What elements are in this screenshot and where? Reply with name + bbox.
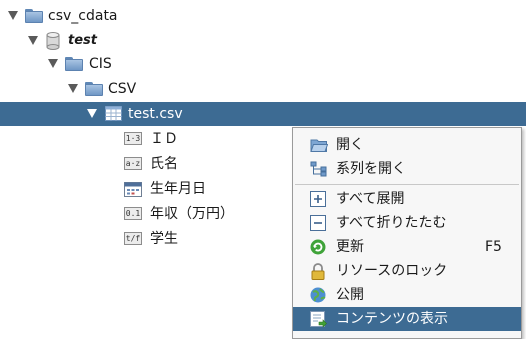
menu-item-refresh[interactable]: 更新 F5 — [293, 235, 521, 259]
context-menu: 開く 系列を開く すべて展開 すべて折りたたむ 更新 F5 リソースのロック 公… — [292, 127, 522, 339]
tree-node-label: csv_cdata — [48, 8, 118, 24]
tree-node-label: CIS — [89, 56, 112, 72]
expand-toggle-icon[interactable] — [87, 109, 97, 118]
tree-node-folder[interactable]: CSV — [0, 77, 300, 101]
menu-item-open-series[interactable]: 系列を開く — [293, 157, 521, 181]
tree-node-schema[interactable]: CIS — [0, 52, 300, 76]
column-label: 生年月日 — [150, 181, 206, 197]
tree-node-label: test — [68, 33, 97, 48]
boolean-type-icon: t/f — [124, 232, 142, 245]
tree-node-database[interactable]: test — [0, 29, 300, 53]
folder-icon — [65, 57, 83, 71]
folder-icon — [85, 82, 103, 96]
refresh-icon — [310, 239, 327, 255]
shortcut-label: F5 — [485, 239, 502, 255]
menu-separator — [295, 184, 519, 185]
tree-node-label: CSV — [108, 81, 137, 97]
expand-all-icon — [310, 191, 327, 207]
tree-node-label: test.csv — [128, 106, 183, 122]
globe-icon — [310, 287, 327, 303]
open-folder-icon — [310, 137, 329, 153]
tree-node-column[interactable]: t/f 学生 — [0, 227, 290, 251]
column-label: ＩＤ — [150, 131, 178, 147]
hierarchy-icon — [310, 161, 327, 177]
tree-node-column[interactable]: 生年月日 — [0, 177, 290, 201]
column-label: 年収（万円） — [150, 206, 234, 222]
tree-node-column[interactable]: a·z 氏名 — [0, 152, 290, 176]
menu-item-collapse-all[interactable]: すべて折りたたむ — [293, 211, 521, 235]
lock-icon — [310, 263, 327, 280]
tree-node-table-selected[interactable]: test.csv — [0, 102, 526, 126]
expand-toggle-icon[interactable] — [8, 11, 18, 20]
integer-type-icon: 1·3 — [124, 132, 142, 145]
tree-node-root[interactable]: csv_cdata — [0, 4, 300, 28]
expand-toggle-icon[interactable] — [68, 84, 78, 93]
menu-item-publish[interactable]: 公開 — [293, 283, 521, 307]
menu-item-lock-resource[interactable]: リソースのロック — [293, 259, 521, 283]
column-label: 学生 — [150, 231, 178, 247]
tree-node-column[interactable]: 1·3 ＩＤ — [0, 127, 290, 151]
collapse-all-icon — [310, 215, 327, 231]
tree-node-column[interactable]: 0.1 年収（万円） — [0, 202, 290, 226]
expand-toggle-icon[interactable] — [28, 36, 38, 45]
decimal-type-icon: 0.1 — [124, 207, 142, 220]
menu-item-show-contents[interactable]: コンテンツの表示 — [293, 307, 521, 331]
menu-item-expand-all[interactable]: すべて展開 — [293, 187, 521, 211]
column-label: 氏名 — [150, 156, 178, 172]
show-contents-icon — [310, 311, 327, 328]
expand-toggle-icon[interactable] — [48, 59, 58, 68]
folder-icon — [25, 9, 43, 23]
menu-item-open[interactable]: 開く — [293, 133, 521, 157]
string-type-icon: a·z — [124, 157, 142, 170]
